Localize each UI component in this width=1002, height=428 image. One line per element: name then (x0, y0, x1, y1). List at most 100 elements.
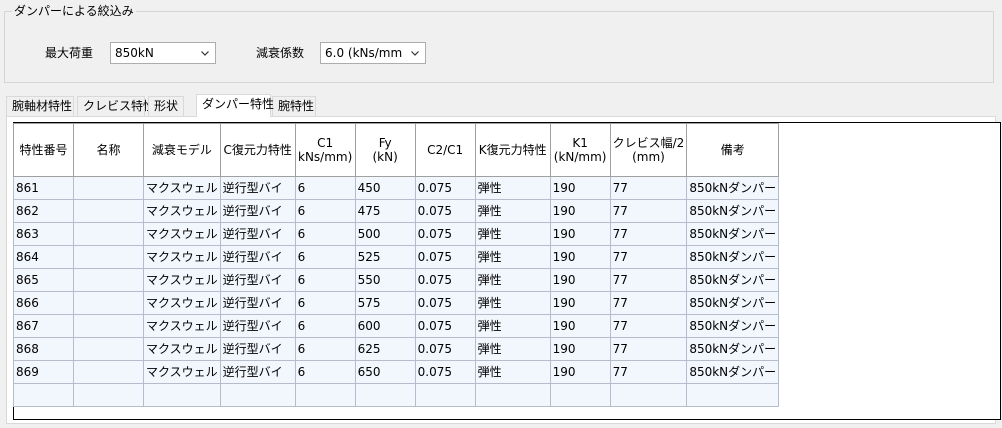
column-header[interactable]: 名称 (73, 123, 144, 177)
column-header[interactable]: C1 kNs/mm) (294, 123, 356, 177)
table-cell[interactable]: 0.075 (414, 360, 476, 384)
table-cell[interactable]: 190 (549, 268, 611, 292)
table-row[interactable]: 867 マクスウェル 逆行型バイ 6 600 0.075 弾性 190 77 850kNダンパー (13, 314, 780, 338)
table-cell[interactable]: 0.075 (414, 199, 476, 223)
column-header[interactable]: クレビス幅/2 (mm) (609, 123, 688, 177)
table-cell[interactable]: 625 (354, 337, 416, 361)
table-cell[interactable]: 450 (354, 176, 416, 200)
table-cell[interactable]: 850kNダンパー (686, 268, 780, 292)
table-cell[interactable]: 弾性 (474, 199, 551, 223)
table-cell[interactable]: 850kNダンパー (686, 245, 780, 269)
table-cell[interactable]: 77 (609, 245, 688, 269)
table-cell[interactable]: 869 (13, 360, 74, 384)
column-header[interactable]: 特性番号 (13, 123, 74, 177)
table-cell[interactable]: 6 (294, 199, 356, 223)
table-cell[interactable]: 弾性 (474, 360, 551, 384)
table-cell[interactable]: 6 (294, 245, 356, 269)
damping-coefficient-dropdown[interactable]: 6.0 (kNs/mm (320, 42, 426, 64)
table-cell[interactable]: 6 (294, 268, 356, 292)
table-cell[interactable]: 0.075 (414, 222, 476, 246)
table-cell[interactable]: 866 (13, 291, 74, 315)
table-cell[interactable]: 865 (13, 268, 74, 292)
column-header[interactable]: C2/C1 (414, 123, 476, 177)
table-cell[interactable] (294, 383, 356, 407)
table-cell[interactable]: 逆行型バイ (219, 176, 296, 200)
table-cell[interactable]: 575 (354, 291, 416, 315)
column-header[interactable]: K1 (kN/mm) (549, 123, 611, 177)
table-cell[interactable]: マクスウェル (143, 314, 221, 338)
table-cell[interactable]: 6 (294, 314, 356, 338)
table-cell[interactable]: 600 (354, 314, 416, 338)
table-row[interactable]: 866 マクスウェル 逆行型バイ 6 575 0.075 弾性 190 77 850kNダンパー (13, 291, 780, 315)
table-cell[interactable]: 6 (294, 176, 356, 200)
table-cell[interactable]: 867 (13, 314, 74, 338)
table-cell[interactable]: 864 (13, 245, 74, 269)
table-cell[interactable]: 0.075 (414, 176, 476, 200)
table-cell[interactable] (73, 245, 144, 269)
table-cell[interactable]: 弾性 (474, 314, 551, 338)
table-cell[interactable]: 弾性 (474, 176, 551, 200)
column-header[interactable]: K復元力特性 (474, 123, 551, 177)
table-cell[interactable]: 850kNダンパー (686, 314, 780, 338)
table-cell[interactable]: マクスウェル (143, 176, 221, 200)
tab-clevis-properties[interactable]: クレビス特性 (77, 96, 155, 116)
table-cell[interactable]: 77 (609, 337, 688, 361)
table-cell[interactable]: 弾性 (474, 245, 551, 269)
table-cell[interactable]: マクスウェル (143, 222, 221, 246)
table-cell[interactable]: 850kNダンパー (686, 360, 780, 384)
table-cell[interactable]: 77 (609, 291, 688, 315)
table-cell[interactable]: 77 (609, 222, 688, 246)
table-cell[interactable] (219, 383, 296, 407)
table-cell[interactable]: マクスウェル (143, 291, 221, 315)
table-cell[interactable]: 850kNダンパー (686, 337, 780, 361)
table-cell[interactable]: 190 (549, 337, 611, 361)
table-cell[interactable]: 逆行型バイ (219, 291, 296, 315)
table-cell[interactable]: 6 (294, 360, 356, 384)
table-cell[interactable]: 逆行型バイ (219, 314, 296, 338)
table-cell[interactable]: 0.075 (414, 314, 476, 338)
table-cell[interactable] (73, 176, 144, 200)
table-cell[interactable]: 77 (609, 314, 688, 338)
table-cell[interactable]: 0.075 (414, 268, 476, 292)
tab-arm-axial-properties[interactable]: 腕軸材特性 (6, 96, 74, 116)
table-cell[interactable]: 逆行型バイ (219, 222, 296, 246)
column-header[interactable]: C復元力特性 (219, 123, 296, 177)
table-cell[interactable]: 0.075 (414, 337, 476, 361)
table-cell[interactable]: 863 (13, 222, 74, 246)
table-cell[interactable] (13, 383, 74, 407)
table-cell[interactable] (73, 268, 144, 292)
table-cell[interactable]: 650 (354, 360, 416, 384)
table-cell[interactable]: 850kNダンパー (686, 222, 780, 246)
table-cell[interactable] (73, 222, 144, 246)
table-cell[interactable]: 弾性 (474, 268, 551, 292)
table-cell[interactable]: 868 (13, 337, 74, 361)
max-load-dropdown[interactable]: 850kN (110, 42, 216, 64)
table-cell[interactable]: 861 (13, 176, 74, 200)
table-cell[interactable] (73, 291, 144, 315)
table-cell[interactable]: 6 (294, 337, 356, 361)
table-cell[interactable]: 190 (549, 360, 611, 384)
table-cell[interactable] (73, 199, 144, 223)
table-cell[interactable] (474, 383, 551, 407)
table-cell[interactable]: 190 (549, 222, 611, 246)
table-cell[interactable] (73, 314, 144, 338)
table-row[interactable]: 869 マクスウェル 逆行型バイ 6 650 0.075 弾性 190 77 850kNダンパー (13, 360, 780, 384)
table-cell[interactable]: 逆行型バイ (219, 268, 296, 292)
tab-arm-properties[interactable]: 腕特性 (272, 96, 316, 116)
table-cell[interactable]: 6 (294, 291, 356, 315)
table-cell[interactable] (549, 383, 611, 407)
table-cell[interactable]: 弾性 (474, 291, 551, 315)
table-cell[interactable] (609, 383, 688, 407)
table-cell[interactable]: マクスウェル (143, 337, 221, 361)
table-cell[interactable] (354, 383, 416, 407)
table-cell[interactable]: 弾性 (474, 222, 551, 246)
table-cell[interactable]: 500 (354, 222, 416, 246)
table-row[interactable]: 864 マクスウェル 逆行型バイ 6 525 0.075 弾性 190 77 850kNダンパー (13, 245, 780, 269)
table-cell[interactable]: 850kNダンパー (686, 176, 780, 200)
column-header[interactable]: 減衰モデル (143, 123, 221, 177)
table-row[interactable] (13, 383, 780, 407)
table-cell[interactable]: 550 (354, 268, 416, 292)
table-cell[interactable] (686, 383, 780, 407)
table-row[interactable]: 868 マクスウェル 逆行型バイ 6 625 0.075 弾性 190 77 850kNダンパー (13, 337, 780, 361)
table-cell[interactable]: マクスウェル (143, 199, 221, 223)
